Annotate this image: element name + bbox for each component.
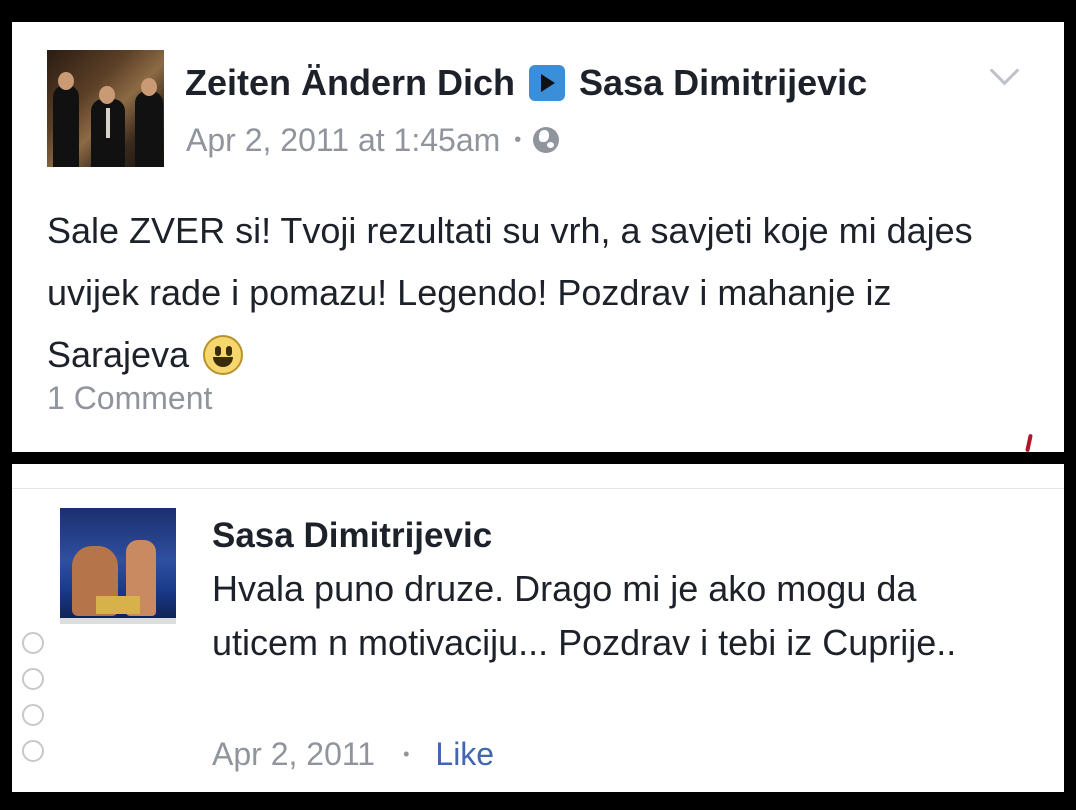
binder-dots	[22, 632, 48, 776]
binder-dot	[22, 704, 44, 726]
play-arrow-icon	[529, 65, 566, 101]
post-target-name[interactable]: Sasa Dimitrijevic	[579, 62, 867, 104]
red-mark	[1025, 433, 1033, 453]
divider	[12, 488, 1064, 489]
avatar-shirt	[106, 108, 110, 138]
chevron-down-icon[interactable]	[989, 55, 1020, 86]
comment-date[interactable]: Apr 2, 2011	[212, 736, 375, 773]
avatar-figure	[135, 91, 163, 167]
avatar-face	[141, 78, 157, 96]
binder-dot	[22, 740, 44, 762]
avatar-trophy	[96, 596, 140, 614]
smiley-emoji-icon	[203, 335, 244, 375]
post-author-name[interactable]: Zeiten Ändern Dich	[185, 62, 515, 104]
binder-dot	[22, 632, 44, 654]
comment-meta: Apr 2, 2011 • Like	[212, 734, 494, 774]
avatar-face	[58, 72, 74, 90]
post-text: Sale ZVER si! Tvoji rezultati su vrh, a …	[47, 210, 973, 375]
comment-author-avatar[interactable]	[60, 508, 176, 624]
post-card: Zeiten Ändern Dich Sasa Dimitrijevic Apr…	[12, 22, 1064, 453]
post-timestamp[interactable]: Apr 2, 2011 at 1:45am	[186, 122, 500, 159]
avatar-brand-text	[60, 508, 176, 534]
post-header: Zeiten Ändern Dich Sasa Dimitrijevic	[185, 60, 867, 106]
avatar-face	[99, 86, 115, 104]
meta-separator: •	[403, 743, 410, 764]
binder-dot	[22, 668, 44, 690]
smiley-eye	[215, 346, 222, 356]
comment-text: Hvala puno druze. Drago mi je ako mogu d…	[212, 568, 957, 663]
comment-author-name[interactable]: Sasa Dimitrijevic	[212, 516, 492, 556]
smiley-eye	[226, 346, 233, 356]
globe-icon[interactable]	[533, 127, 560, 153]
avatar-bottom-band	[60, 618, 176, 624]
comment-card: Sasa Dimitrijevic Hvala puno druze. Drag…	[12, 464, 1064, 792]
comments-count-link[interactable]: 1 Comment	[47, 380, 212, 417]
post-author-avatar[interactable]	[47, 50, 164, 167]
post-body: Sale ZVER si! Tvoji rezultati su vrh, a …	[47, 200, 1037, 386]
smiley-mouth	[213, 357, 234, 367]
like-button[interactable]: Like	[435, 736, 494, 773]
post-meta: Apr 2, 2011 at 1:45am •	[186, 120, 560, 160]
avatar-figure	[53, 85, 79, 167]
meta-separator: •	[514, 128, 522, 151]
